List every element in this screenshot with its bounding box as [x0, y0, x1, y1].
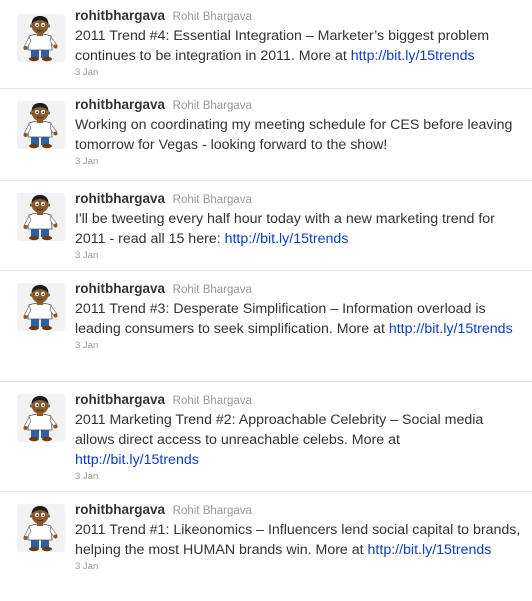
full-name: Rohit Bhargava — [172, 395, 252, 407]
screen-name-link[interactable]: rohitbhargava — [75, 502, 165, 517]
cartoon-avatar-image — [17, 283, 65, 331]
tweet-content: rohitbhargava Rohit Bhargava I'll be twe… — [75, 191, 524, 262]
tweet-text: 2011 Trend #3: Desperate Simplification … — [75, 301, 513, 337]
tweet-item: rohitbhargava Rohit Bhargava 2011 Trend … — [0, 271, 532, 382]
cartoon-avatar-image — [17, 193, 65, 241]
cartoon-avatar-image — [17, 14, 65, 62]
tweet-item: rohitbhargava Rohit Bhargava Working on … — [0, 89, 532, 181]
tweet-text: 2011 Trend #1: Likeonomics – Influencers… — [75, 522, 521, 558]
tweet-item: rohitbhargava Rohit Bhargava I'll be twe… — [0, 181, 532, 271]
tweet-content: rohitbhargava Rohit Bhargava 2011 Trend … — [75, 8, 524, 79]
avatar[interactable] — [17, 14, 65, 62]
tweet-link[interactable]: http://bit.ly/15trends — [368, 542, 492, 558]
tweet-text: 2011 Marketing Trend #2: Approachable Ce… — [75, 412, 484, 468]
tweet-text: Working on coordinating my meeting sched… — [75, 117, 513, 153]
cartoon-avatar-image — [17, 101, 65, 149]
screen-name-link[interactable]: rohitbhargava — [75, 191, 165, 206]
tweet-timestamp[interactable]: 3 Jan — [75, 67, 524, 79]
full-name: Rohit Bhargava — [172, 194, 252, 206]
tweet-link[interactable]: http://bit.ly/15trends — [389, 321, 513, 337]
tweet-link[interactable]: http://bit.ly/15trends — [225, 231, 349, 247]
cartoon-avatar-image — [17, 504, 65, 552]
screen-name-link[interactable]: rohitbhargava — [75, 392, 165, 407]
tweet-item: rohitbhargava Rohit Bhargava 2011 Trend … — [0, 0, 532, 89]
avatar[interactable] — [17, 283, 65, 331]
full-name: Rohit Bhargava — [172, 11, 252, 23]
tweet-item: rohitbhargava Rohit Bhargava 2011 Trend … — [0, 492, 532, 601]
tweet-link[interactable]: http://bit.ly/15trends — [75, 452, 199, 468]
tweet-timestamp[interactable]: 3 Jan — [75, 156, 524, 168]
tweet-content: rohitbhargava Rohit Bhargava 2011 Market… — [75, 392, 524, 483]
screen-name-link[interactable]: rohitbhargava — [75, 281, 165, 296]
tweet-content: rohitbhargava Rohit Bhargava Working on … — [75, 97, 524, 168]
tweet-item: rohitbhargava Rohit Bhargava 2011 Market… — [0, 382, 532, 492]
tweet-timestamp[interactable]: 3 Jan — [75, 250, 524, 262]
tweet-text: 2011 Trend #4: Essential Integration – M… — [75, 28, 490, 64]
tweet-content: rohitbhargava Rohit Bhargava 2011 Trend … — [75, 281, 524, 352]
full-name: Rohit Bhargava — [172, 505, 252, 517]
tweet-text: I'll be tweeting every half hour today w… — [75, 211, 495, 247]
tweet-timestamp[interactable]: 3 Jan — [75, 561, 524, 573]
tweet-link[interactable]: http://bit.ly/15trends — [351, 48, 475, 64]
screen-name-link[interactable]: rohitbhargava — [75, 8, 165, 23]
tweet-timestamp[interactable]: 3 Jan — [75, 340, 524, 352]
cartoon-avatar-image — [17, 394, 65, 442]
full-name: Rohit Bhargava — [172, 100, 252, 112]
tweet-timeline: rohitbhargava Rohit Bhargava 2011 Trend … — [0, 0, 532, 601]
full-name: Rohit Bhargava — [172, 284, 252, 296]
avatar[interactable] — [17, 101, 65, 149]
avatar[interactable] — [17, 394, 65, 442]
tweet-content: rohitbhargava Rohit Bhargava 2011 Trend … — [75, 502, 524, 573]
avatar[interactable] — [17, 193, 65, 241]
avatar[interactable] — [17, 504, 65, 552]
screen-name-link[interactable]: rohitbhargava — [75, 97, 165, 112]
tweet-timestamp[interactable]: 3 Jan — [75, 471, 524, 483]
